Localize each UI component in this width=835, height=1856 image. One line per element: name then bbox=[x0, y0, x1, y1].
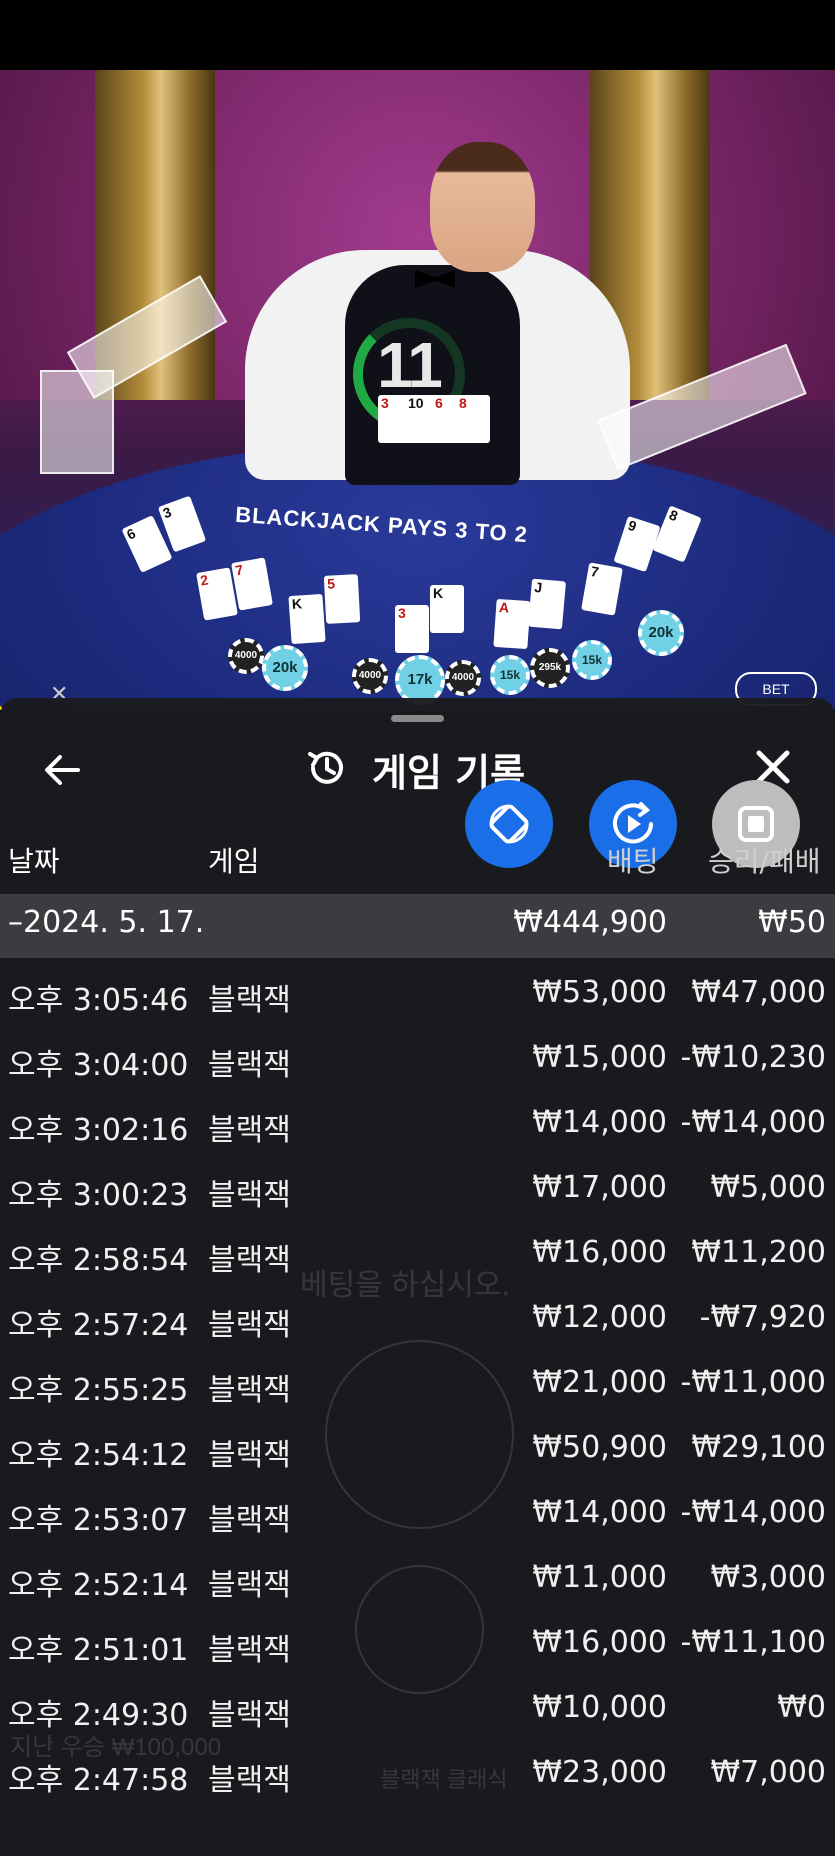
row-time: 오후 3:00:23 bbox=[8, 1178, 189, 1213]
chip-4000: 4000 bbox=[445, 660, 481, 696]
history-icon bbox=[305, 746, 349, 790]
row-time: 오후 2:55:25 bbox=[8, 1373, 189, 1408]
row-time: 오후 3:05:46 bbox=[8, 983, 189, 1018]
chip-4000: 4000 bbox=[352, 658, 388, 694]
row-game: 블랙잭 bbox=[208, 1568, 291, 1603]
row-result: -₩14,000 bbox=[680, 1495, 826, 1530]
chip-295k: 295k bbox=[530, 648, 570, 688]
row-result: ₩5,000 bbox=[710, 1170, 826, 1205]
row-game: 블랙잭 bbox=[208, 983, 291, 1018]
row-result: ₩29,100 bbox=[691, 1430, 826, 1465]
row-game: 블랙잭 bbox=[208, 1438, 291, 1473]
row-result: -₩10,230 bbox=[680, 1040, 826, 1075]
row-result: ₩11,200 bbox=[691, 1235, 826, 1270]
column-header-game: 게임 bbox=[208, 845, 260, 878]
row-result: -₩14,000 bbox=[680, 1105, 826, 1140]
row-bet: ₩50,900 bbox=[532, 1430, 667, 1465]
row-bet: ₩23,000 bbox=[532, 1755, 667, 1790]
row-time: 오후 2:57:24 bbox=[8, 1308, 189, 1343]
live-video: 11 3 10 6 8 BLACKJACK PAYS 3 TO 2 6 3 2 … bbox=[0, 70, 835, 710]
card: J bbox=[527, 578, 567, 630]
row-time: 오후 2:49:30 bbox=[8, 1698, 189, 1733]
row-game: 블랙잭 bbox=[208, 1503, 291, 1538]
rotate-screen-icon bbox=[489, 804, 529, 844]
row-time: 오후 2:58:54 bbox=[8, 1243, 189, 1278]
column-header-win-loss: 승리/패배 bbox=[708, 845, 821, 878]
row-result: ₩0 bbox=[777, 1690, 826, 1725]
row-game: 블랙잭 bbox=[208, 1373, 291, 1408]
chip-15k: 15k bbox=[572, 640, 612, 680]
discard-tray bbox=[40, 370, 114, 474]
row-result: ₩47,000 bbox=[691, 975, 826, 1010]
dealer-head bbox=[430, 142, 535, 272]
row-time: 오후 3:02:16 bbox=[8, 1113, 189, 1148]
column-header-bet: 배팅 bbox=[607, 845, 659, 878]
row-time: 오후 2:51:01 bbox=[8, 1633, 189, 1668]
row-game: 블랙잭 bbox=[208, 1048, 291, 1083]
row-result: ₩7,000 bbox=[710, 1755, 826, 1790]
row-time: 오후 2:53:07 bbox=[8, 1503, 189, 1538]
row-bet: ₩17,000 bbox=[532, 1170, 667, 1205]
column-header-date: 날짜 bbox=[8, 845, 60, 878]
chip-4000: 4000 bbox=[228, 638, 264, 674]
row-game: 블랙잭 bbox=[208, 1243, 291, 1278]
back-arrow-icon bbox=[45, 755, 80, 785]
back-button[interactable] bbox=[40, 748, 84, 792]
card: 5 bbox=[323, 574, 361, 624]
row-game: 블랙잭 bbox=[208, 1113, 291, 1148]
row-result: -₩11,100 bbox=[680, 1625, 826, 1660]
row-bet: ₩12,000 bbox=[532, 1300, 667, 1335]
row-result: -₩11,000 bbox=[680, 1365, 826, 1400]
row-bet: ₩14,000 bbox=[532, 1105, 667, 1140]
rotate-screen-button[interactable] bbox=[465, 780, 553, 868]
row-time: 오후 3:04:00 bbox=[8, 1048, 189, 1083]
row-time: 오후 2:52:14 bbox=[8, 1568, 189, 1603]
row-game: 블랙잭 bbox=[208, 1698, 291, 1733]
row-bet: ₩14,000 bbox=[532, 1495, 667, 1530]
row-bet: ₩10,000 bbox=[532, 1690, 667, 1725]
chip-20k: 20k bbox=[262, 645, 308, 691]
row-bet: ₩21,000 bbox=[532, 1365, 667, 1400]
row-game: 블랙잭 bbox=[208, 1633, 291, 1668]
chip-15k: 15k bbox=[490, 655, 530, 695]
day-bet-total: ₩444,900 bbox=[513, 905, 667, 940]
row-bet: ₩15,000 bbox=[532, 1040, 667, 1075]
countdown-timer: 11 bbox=[377, 329, 443, 401]
card: 8 bbox=[456, 395, 490, 443]
day-date: –2024. 5. 17. bbox=[8, 905, 205, 940]
row-result: ₩3,000 bbox=[710, 1560, 826, 1595]
row-bet: ₩53,000 bbox=[532, 975, 667, 1010]
card: K bbox=[430, 585, 464, 633]
row-bet: ₩11,000 bbox=[532, 1560, 667, 1595]
row-result: -₩7,920 bbox=[699, 1300, 826, 1335]
row-time: 오후 2:47:58 bbox=[8, 1763, 189, 1798]
row-time: 오후 2:54:12 bbox=[8, 1438, 189, 1473]
row-game: 블랙잭 bbox=[208, 1178, 291, 1213]
day-win-total: ₩50 bbox=[758, 905, 826, 940]
card: A bbox=[493, 598, 531, 650]
card: K bbox=[288, 593, 326, 645]
row-bet: ₩16,000 bbox=[532, 1625, 667, 1660]
chip-20k: 20k bbox=[638, 610, 684, 656]
drag-handle[interactable] bbox=[391, 715, 444, 722]
row-game: 블랙잭 bbox=[208, 1763, 291, 1798]
row-game: 블랙잭 bbox=[208, 1308, 291, 1343]
card: 3 bbox=[395, 605, 429, 653]
status-bar bbox=[0, 0, 835, 70]
row-bet: ₩16,000 bbox=[532, 1235, 667, 1270]
